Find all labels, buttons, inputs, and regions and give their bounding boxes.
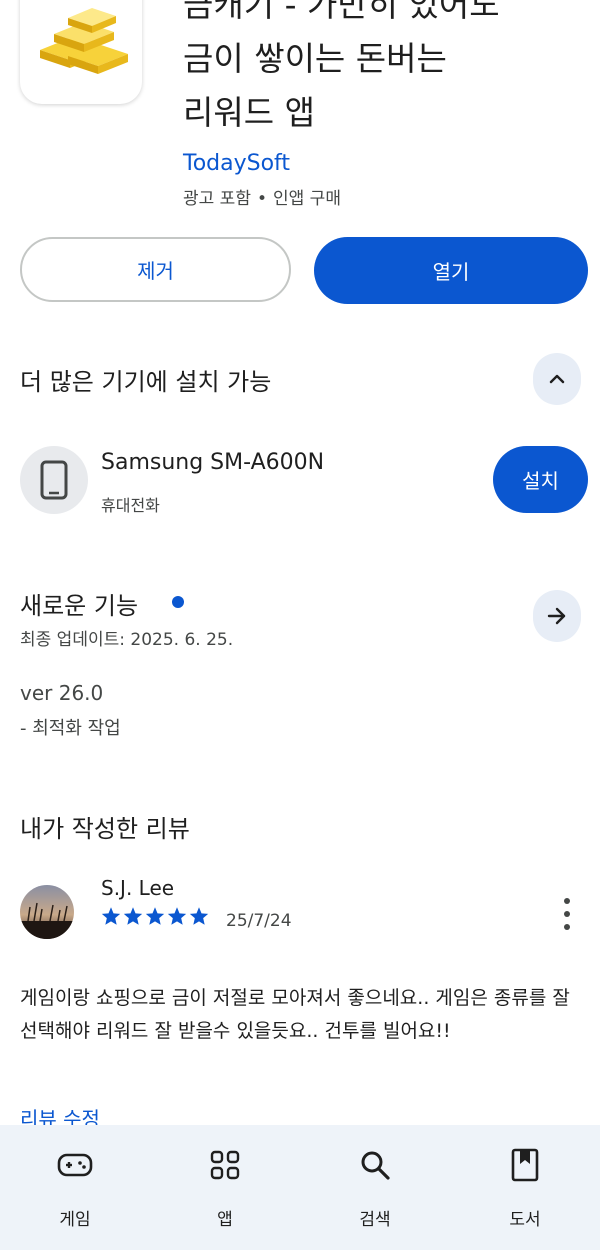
- developer-link[interactable]: TodaySoft: [183, 151, 290, 176]
- avatar: [20, 885, 74, 939]
- last-updated: 최종 업데이트: 2025. 6. 25.: [20, 630, 234, 650]
- install-button[interactable]: 설치: [493, 446, 588, 513]
- device-name: Samsung SM-A600N: [101, 450, 325, 475]
- change-note: - 최적화 작업: [20, 718, 121, 739]
- review-text: 게임이랑 쇼핑으로 금이 저절로 모아져서 좋으네요.. 게임은 종류를 잘 선…: [20, 987, 570, 1042]
- ads-label: 광고 포함: [183, 189, 251, 209]
- open-button[interactable]: 열기: [314, 237, 588, 304]
- apps-grid-icon: [205, 1145, 245, 1185]
- nav-label-search: 검색: [359, 1210, 391, 1230]
- separator-dot: •: [256, 189, 267, 209]
- book-icon: [505, 1145, 545, 1185]
- nav-item-books[interactable]: 도서: [450, 1125, 600, 1250]
- version-text: ver 26.0: [20, 681, 104, 705]
- in-app-purchase-label: 인앱 구매: [273, 189, 341, 209]
- star-icon: [123, 907, 143, 925]
- app-meta: 광고 포함 • 인앱 구매: [183, 184, 341, 209]
- nav-item-apps[interactable]: 앱: [150, 1125, 300, 1250]
- new-indicator-dot: [172, 596, 184, 608]
- my-review-title: 내가 작성한 리뷰: [20, 815, 190, 843]
- star-icon: [167, 907, 187, 925]
- device-type: 휴대전화: [101, 496, 160, 515]
- whats-new-title: 새로운 기능: [20, 592, 139, 620]
- more-options-icon[interactable]: [556, 898, 578, 930]
- device-avatar: [20, 446, 88, 514]
- phone-icon: [40, 460, 68, 500]
- review-date: 25/7/24: [226, 911, 292, 931]
- nav-item-search[interactable]: 검색: [300, 1125, 450, 1250]
- whats-new-more-button[interactable]: [533, 590, 581, 642]
- nav-label-games: 게임: [59, 1210, 91, 1230]
- uninstall-button[interactable]: 제거: [20, 237, 291, 302]
- app-title: 금캐기 - 가만히 있어도 금이 쌓이는 돈버는 리워드 앱: [183, 0, 500, 132]
- reviewer-name: S.J. Lee: [101, 876, 175, 900]
- star-icon: [101, 907, 121, 925]
- search-icon: [355, 1145, 395, 1185]
- star-rating: [101, 906, 209, 926]
- nav-label-books: 도서: [509, 1210, 541, 1230]
- bottom-navigation: 게임 앱 검색 도서: [0, 1125, 600, 1250]
- star-icon: [189, 907, 209, 925]
- collapse-button[interactable]: [533, 353, 581, 405]
- gamepad-icon: [55, 1145, 95, 1185]
- more-devices-title: 더 많은 기기에 설치 가능: [20, 368, 272, 396]
- star-icon: [145, 907, 165, 925]
- nav-label-apps: 앱: [217, 1210, 233, 1230]
- gold-bars-icon: [40, 8, 128, 74]
- avatar-photo: [20, 885, 74, 939]
- app-icon: [20, 0, 142, 104]
- nav-item-games[interactable]: 게임: [0, 1125, 150, 1250]
- chevron-up-icon: [549, 374, 565, 384]
- arrow-right-icon: [547, 607, 566, 625]
